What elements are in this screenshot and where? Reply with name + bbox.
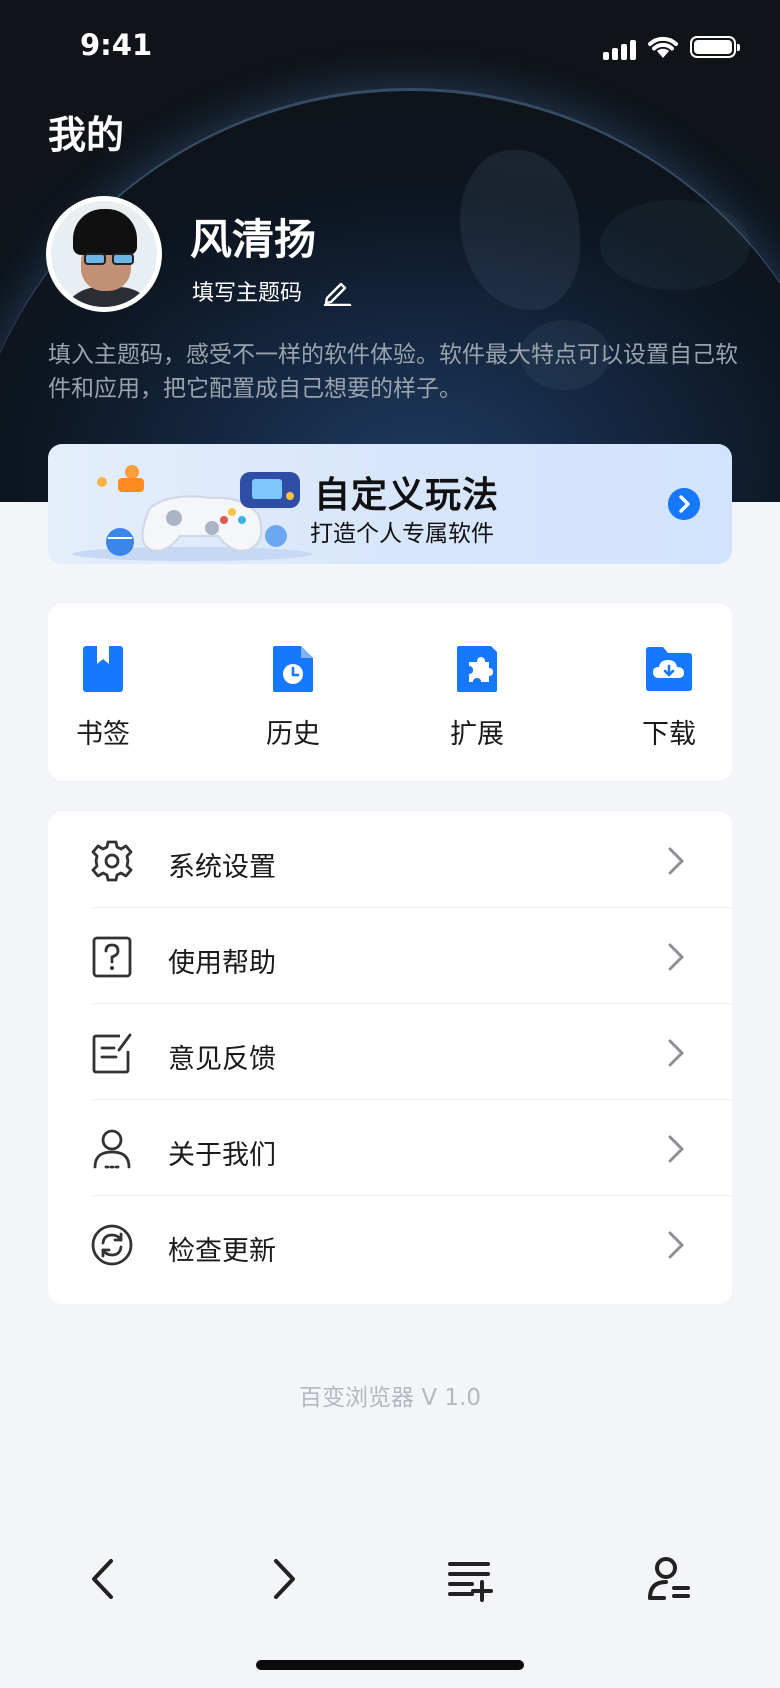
quick-action-bookmark[interactable]: 书签 xyxy=(48,644,158,751)
bottom-toolbar xyxy=(0,1544,780,1614)
chevron-right-icon xyxy=(668,847,684,875)
quick-action-label: 书签 xyxy=(76,719,130,750)
status-bar: 9:41 xyxy=(0,28,780,64)
quick-action-download[interactable]: 下载 xyxy=(614,644,724,751)
custom-play-banner[interactable]: 自定义玩法 打造个人专属软件 xyxy=(48,444,732,564)
refresh-icon xyxy=(91,1224,133,1266)
quick-action-history[interactable]: 历史 xyxy=(238,644,348,751)
chevron-right-icon xyxy=(668,1039,684,1067)
menu-item-label: 系统设置 xyxy=(168,852,276,883)
battery-icon xyxy=(690,36,740,58)
home-indicator[interactable] xyxy=(256,1660,524,1670)
forward-icon[interactable] xyxy=(257,1554,307,1604)
quick-actions: 书签 历史 扩展 下载 xyxy=(48,604,732,780)
gamepad-illustration xyxy=(72,465,312,561)
profile-description: 填入主题码，感受不一样的软件体验。软件最大特点可以设置自己软件和应用，把它配置成… xyxy=(48,342,738,402)
quick-action-label: 下载 xyxy=(642,719,696,750)
back-icon[interactable] xyxy=(80,1554,130,1604)
quick-action-label: 历史 xyxy=(266,719,320,750)
menu-item-about[interactable]: 关于我们 xyxy=(48,1100,732,1196)
help-icon xyxy=(92,936,132,978)
avatar[interactable] xyxy=(46,196,162,312)
theme-code-row[interactable]: 填写主题码 xyxy=(192,275,352,307)
quick-action-label: 扩展 xyxy=(450,719,504,750)
extension-icon xyxy=(457,646,497,692)
user-name: 风清扬 xyxy=(190,215,317,264)
edit-icon[interactable] xyxy=(322,276,352,306)
feedback-icon xyxy=(92,1033,132,1074)
banner-title: 自定义玩法 xyxy=(314,475,500,516)
wifi-icon xyxy=(648,36,678,58)
quick-action-extension[interactable]: 扩展 xyxy=(422,644,532,751)
menu-item-system-settings[interactable]: 系统设置 xyxy=(48,812,732,908)
menu-item-label: 使用帮助 xyxy=(168,948,276,979)
cellular-signal-icon xyxy=(603,38,639,60)
chevron-right-circle-icon[interactable] xyxy=(668,488,700,520)
download-icon xyxy=(646,647,692,691)
menu-item-check-update[interactable]: 检查更新 xyxy=(48,1196,732,1292)
settings-menu: 系统设置 使用帮助 意见反馈 关于我们 检查更新 xyxy=(48,812,732,1304)
theme-code-label: 填写主题码 xyxy=(192,281,303,306)
gear-icon xyxy=(91,840,133,882)
chevron-right-icon xyxy=(668,1231,684,1259)
app-version: 百变浏览器 V 1.0 xyxy=(299,1385,481,1411)
menu-add-icon[interactable] xyxy=(444,1554,494,1604)
status-time: 9:41 xyxy=(80,28,153,62)
user-icon xyxy=(93,1129,131,1169)
menu-item-feedback[interactable]: 意见反馈 xyxy=(48,1004,732,1100)
banner-subtitle: 打造个人专属软件 xyxy=(310,521,494,547)
menu-item-label: 意见反馈 xyxy=(168,1044,276,1075)
menu-item-help[interactable]: 使用帮助 xyxy=(48,908,732,1004)
earth-landmass xyxy=(600,200,750,290)
menu-item-label: 关于我们 xyxy=(168,1140,276,1171)
history-icon xyxy=(273,646,313,692)
profile-icon[interactable] xyxy=(644,1554,694,1604)
chevron-right-icon xyxy=(668,943,684,971)
chevron-right-icon xyxy=(668,1135,684,1163)
menu-item-label: 检查更新 xyxy=(168,1236,276,1267)
bookmark-icon xyxy=(83,646,123,692)
page-title: 我的 xyxy=(48,113,125,157)
